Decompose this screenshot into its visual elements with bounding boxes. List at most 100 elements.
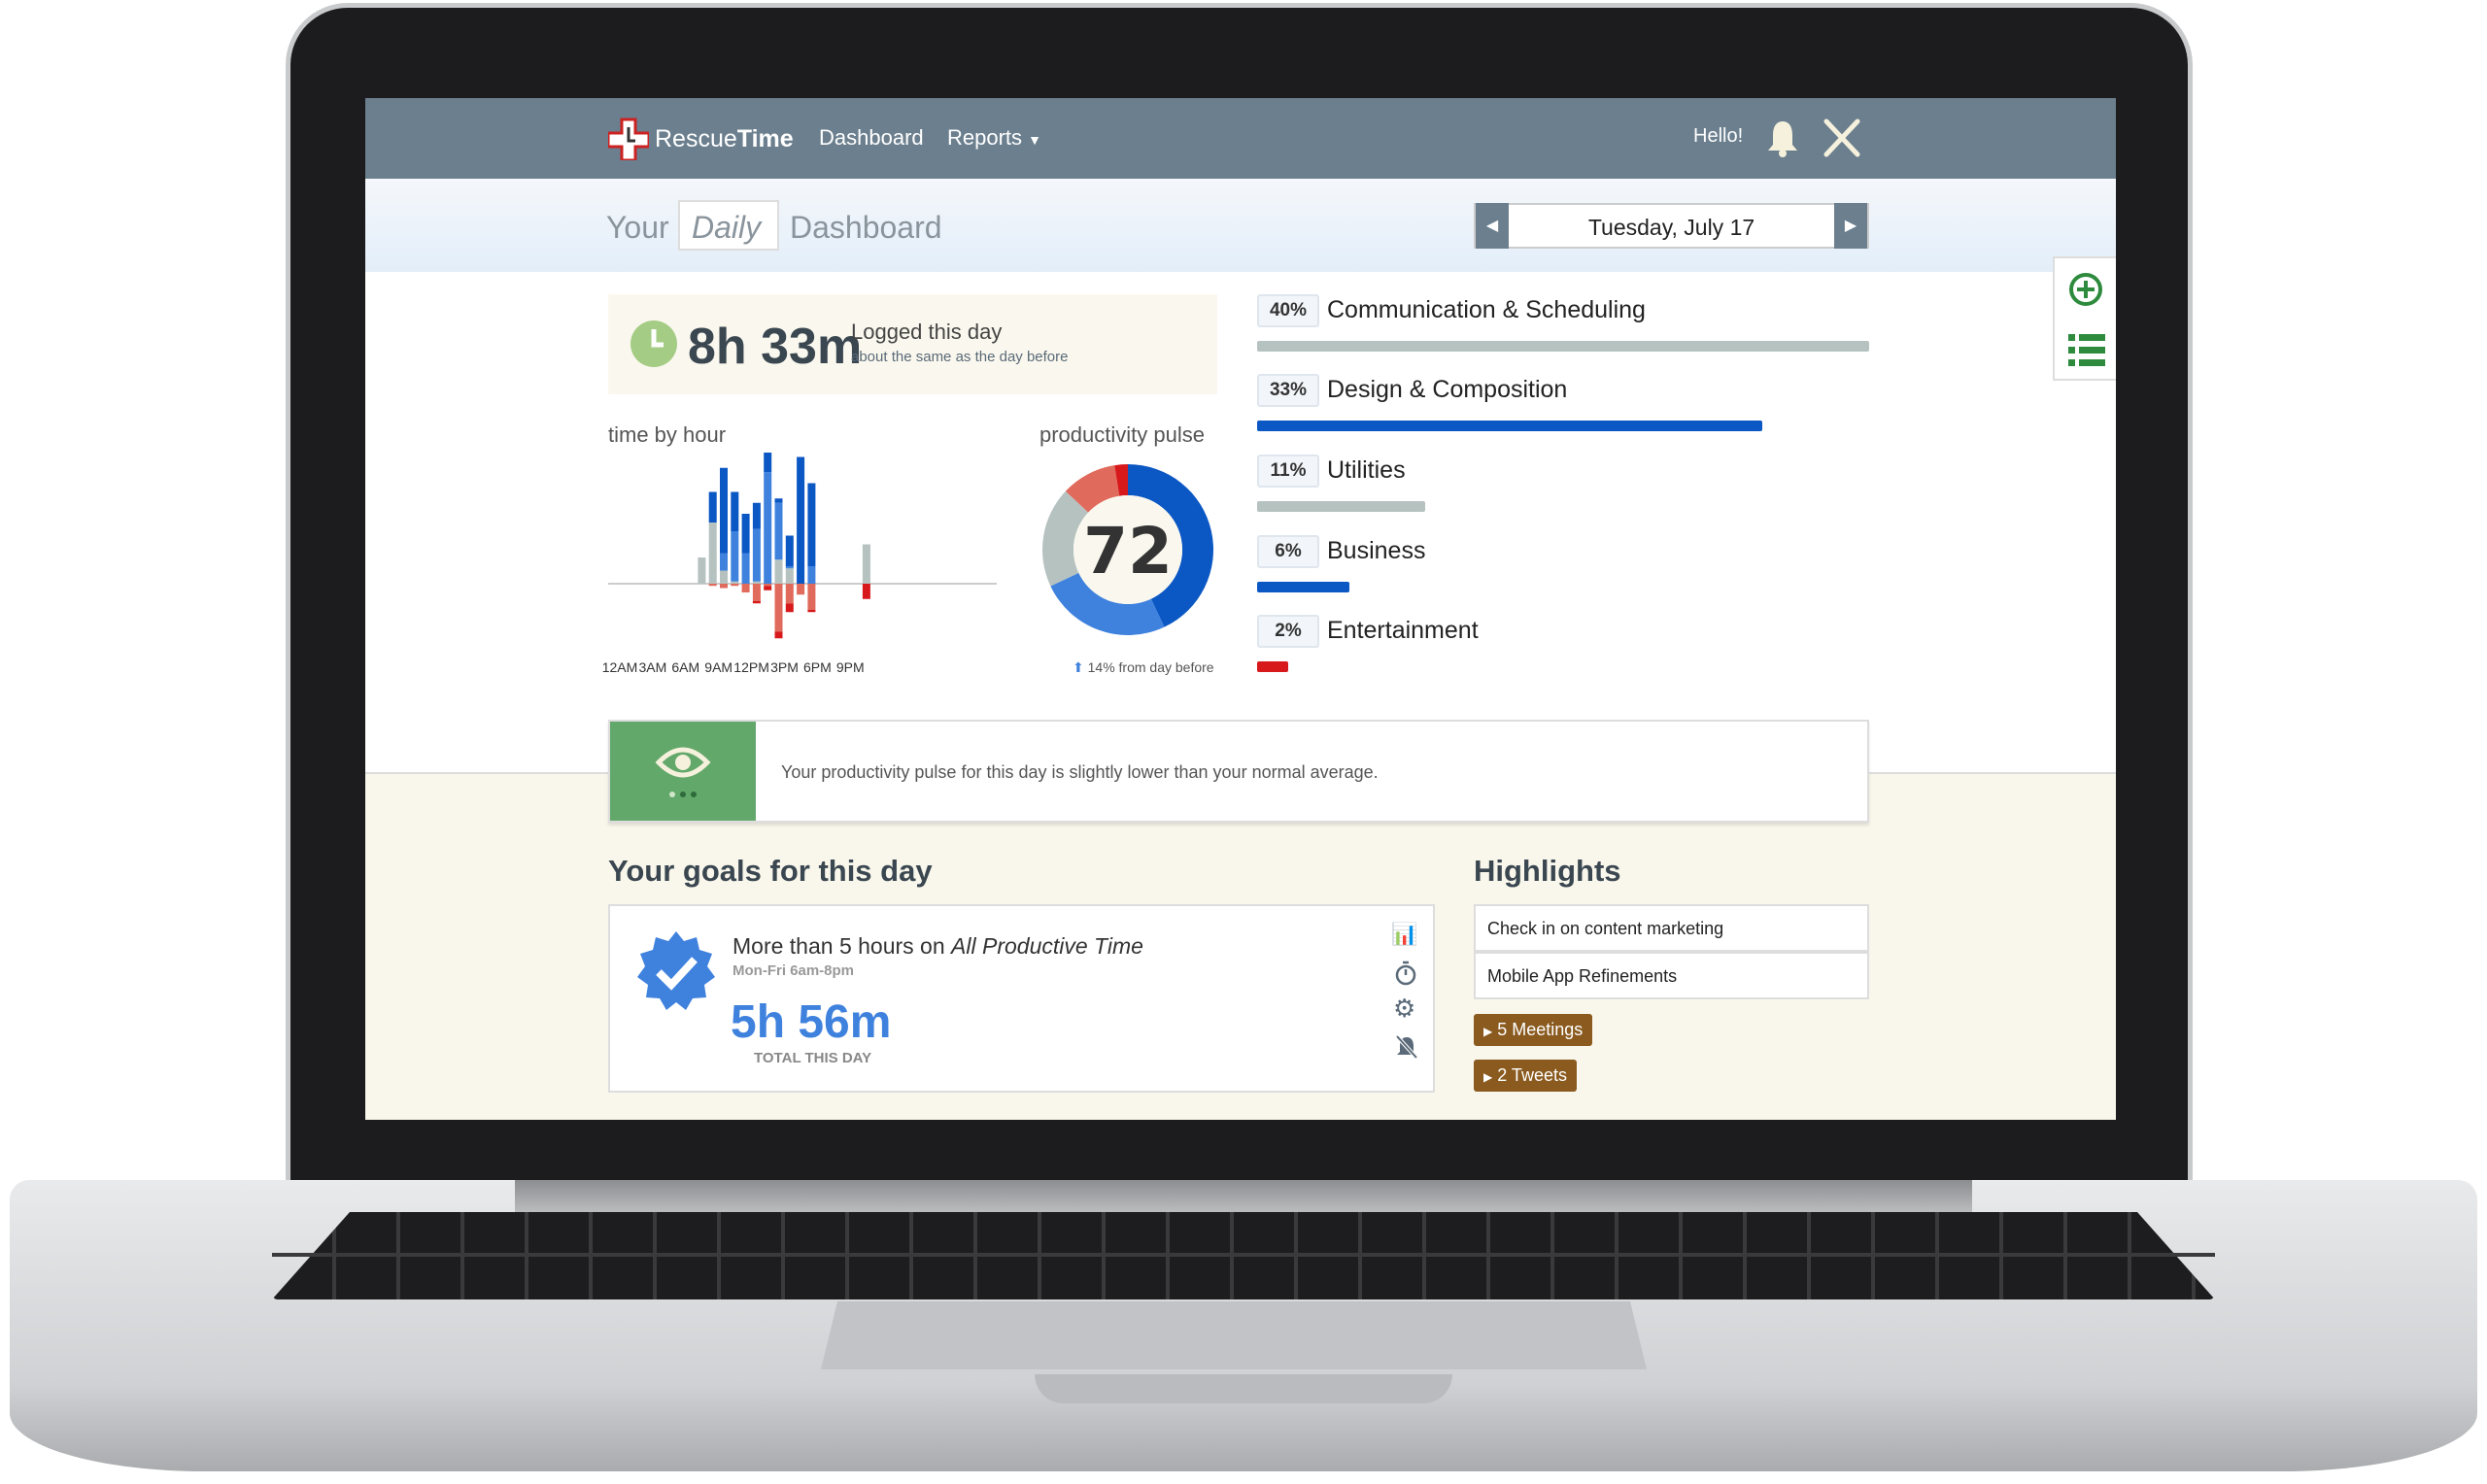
bar-very-productive[interactable]: [752, 502, 761, 529]
goal-card[interactable]: More than 5 hours on All Productive Time…: [608, 904, 1435, 1093]
goals-title: Your goals for this day: [608, 854, 933, 888]
eye-icon: [655, 747, 711, 797]
bar-productive[interactable]: [741, 553, 750, 585]
bar-productive[interactable]: [764, 472, 772, 584]
bell-icon[interactable]: [1766, 119, 1799, 158]
bar-distracting[interactable]: [764, 584, 772, 587]
bar-distracting[interactable]: [741, 584, 750, 592]
category-bar: [1257, 501, 1426, 512]
bar-neutral[interactable]: [785, 568, 794, 584]
bar-very-productive[interactable]: [731, 491, 739, 532]
category-name[interactable]: Entertainment: [1327, 617, 1479, 645]
bar-neutral[interactable]: [720, 570, 728, 585]
bar-very-productive[interactable]: [807, 483, 816, 567]
hour-tick: 9PM: [835, 659, 865, 675]
meetings-label: 5 Meetings: [1497, 1020, 1584, 1039]
time-by-hour-chart[interactable]: [608, 448, 1006, 652]
bar-distracting[interactable]: [708, 584, 717, 587]
tweets-label: 2 Tweets: [1497, 1065, 1567, 1085]
bar-distracting[interactable]: [720, 584, 728, 589]
nav-reports[interactable]: Reports ▼: [947, 125, 1041, 151]
meetings-button[interactable]: ▶ 5 Meetings: [1474, 1014, 1593, 1046]
bar-very-distracting[interactable]: [774, 631, 783, 639]
bar-distracting[interactable]: [731, 584, 739, 587]
stopwatch-icon[interactable]: [1395, 961, 1416, 986]
hour-tick: 3PM: [770, 659, 799, 675]
category-percent: 33%: [1257, 374, 1319, 407]
logged-time: 8h 33m: [688, 319, 863, 375]
gear-icon[interactable]: ⚙: [1393, 994, 1415, 1024]
side-actions: [2053, 256, 2116, 381]
logged-time-box: 8h 33m Logged this day about the same as…: [608, 294, 1217, 394]
bar-neutral[interactable]: [731, 581, 739, 584]
bar-very-productive[interactable]: [741, 514, 750, 554]
screen: RescueTime Dashboard Reports ▼ Hello! Yo…: [365, 98, 2116, 1120]
bar-very-productive[interactable]: [797, 456, 805, 585]
caret-right-icon: ▶: [1483, 1070, 1493, 1084]
plus-circle-icon[interactable]: [2068, 272, 2103, 307]
hour-tick: 6PM: [802, 659, 832, 675]
tools-icon[interactable]: [1823, 118, 1861, 158]
goal-total-label: TOTAL THIS DAY: [754, 1050, 872, 1066]
bar-very-distracting[interactable]: [862, 584, 870, 599]
bar-very-productive[interactable]: [764, 453, 772, 473]
productivity-pulse-donut[interactable]: 72: [1040, 462, 1215, 637]
highlight-item[interactable]: Mobile App Refinements: [1474, 952, 1869, 999]
goal-name: More than 5 hours on All Productive Time: [732, 933, 1143, 960]
bar-distracting[interactable]: [774, 584, 783, 632]
goal-total: 5h 56m: [731, 996, 892, 1048]
bar-very-distracting[interactable]: [785, 603, 794, 613]
category-name[interactable]: Business: [1327, 537, 1425, 565]
bar-distracting[interactable]: [807, 584, 816, 610]
bar-neutral[interactable]: [698, 557, 706, 584]
brand[interactable]: RescueTime: [655, 125, 794, 153]
category-name[interactable]: Design & Composition: [1327, 376, 1567, 404]
bar-distracting[interactable]: [752, 584, 761, 601]
bar-very-distracting[interactable]: [752, 601, 761, 604]
tweets-button[interactable]: ▶ 2 Tweets: [1474, 1060, 1577, 1092]
date-value[interactable]: Tuesday, July 17: [1509, 215, 1834, 241]
next-day-button[interactable]: ▶: [1834, 203, 1867, 249]
nav-dashboard[interactable]: Dashboard: [819, 125, 924, 151]
pulse-score: 72: [1083, 514, 1173, 589]
bar-very-productive[interactable]: [785, 535, 794, 567]
laptop-lip: [1035, 1374, 1452, 1403]
hour-tick: 6AM: [671, 659, 700, 675]
bell-off-icon[interactable]: [1395, 1034, 1418, 1060]
hour-tick: 12AM: [601, 659, 638, 675]
bar-productive[interactable]: [720, 553, 728, 571]
bar-productive[interactable]: [774, 502, 783, 560]
bar-very-productive[interactable]: [720, 467, 728, 554]
bar-productive[interactable]: [731, 531, 739, 582]
goal-schedule: Mon-Fri 6am-8pm: [732, 962, 855, 979]
trackpad: [821, 1301, 1647, 1369]
caret-right-icon: ▶: [1483, 1025, 1493, 1038]
rescuetime-logo[interactable]: [608, 118, 649, 160]
goal-target: All Productive Time: [951, 933, 1143, 959]
bar-neutral[interactable]: [752, 581, 761, 584]
category-name[interactable]: Communication & Scheduling: [1327, 296, 1646, 324]
bar-very-distracting[interactable]: [807, 610, 816, 613]
list-icon[interactable]: [2068, 332, 2105, 367]
period-select[interactable]: Daily: [678, 200, 779, 251]
bar-neutral[interactable]: [862, 544, 870, 585]
bar-neutral[interactable]: [774, 559, 783, 584]
category-percent: 2%: [1257, 615, 1319, 648]
brand-rescue: Rescue: [655, 125, 737, 152]
bar-productive[interactable]: [785, 566, 794, 569]
bar-very-distracting[interactable]: [764, 586, 772, 590]
bar-productive[interactable]: [807, 566, 816, 584]
bar-very-productive[interactable]: [774, 498, 783, 503]
prev-day-button[interactable]: ◀: [1476, 203, 1509, 249]
bar-distracting[interactable]: [785, 584, 794, 604]
highlight-item[interactable]: Check in on content marketing: [1474, 904, 1869, 952]
bar-distracting[interactable]: [797, 584, 805, 595]
category-name[interactable]: Utilities: [1327, 456, 1406, 485]
keyboard-row: [272, 1253, 2215, 1257]
bar-neutral[interactable]: [708, 523, 717, 584]
bar-very-productive[interactable]: [708, 491, 717, 523]
chart-icon[interactable]: 📊: [1391, 922, 1417, 947]
hour-tick: 12PM: [733, 659, 769, 675]
category-bar: [1257, 421, 1762, 431]
bar-productive[interactable]: [752, 528, 761, 582]
